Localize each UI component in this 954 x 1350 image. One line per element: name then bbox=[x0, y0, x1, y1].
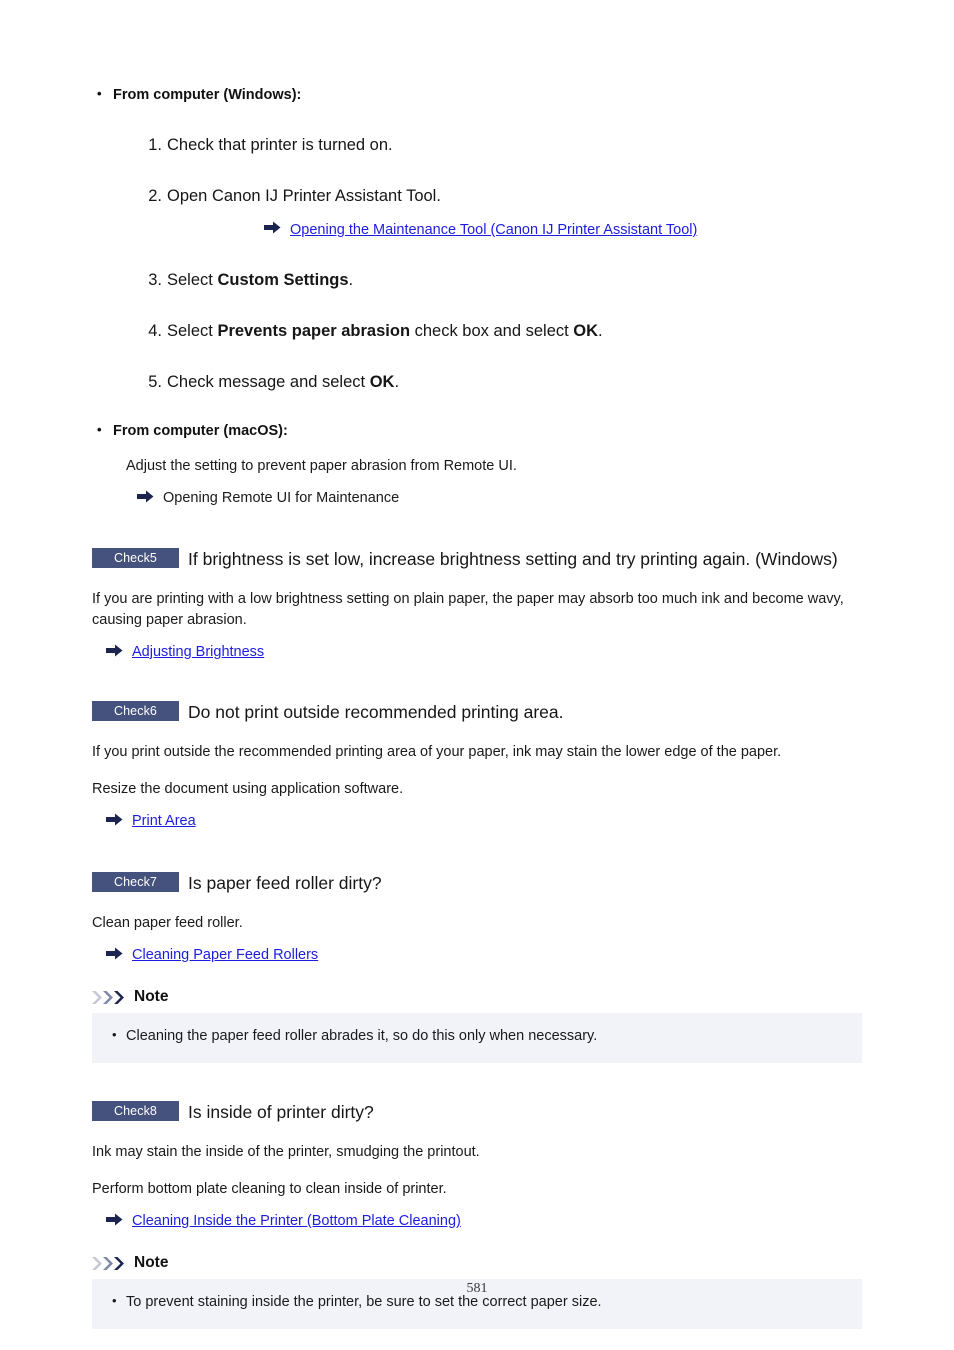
note-heading: Note bbox=[92, 1254, 862, 1272]
arrow-right-icon bbox=[106, 946, 123, 961]
section-heading-macos: From computer (macOS): bbox=[92, 419, 862, 442]
check-title-6: Do not print outside recommended printin… bbox=[188, 702, 564, 722]
macos-body-text: Adjust the setting to prevent paper abra… bbox=[126, 458, 517, 474]
check-heading-8: Check8 Is inside of printer dirty? bbox=[92, 1099, 862, 1126]
step-text-tail: . bbox=[598, 322, 603, 340]
step-number: 1. bbox=[148, 136, 162, 154]
note-list-item: Cleaning the paper feed roller abrades i… bbox=[110, 1025, 844, 1046]
check-heading-7: Check7 Is paper feed roller dirty? bbox=[92, 870, 862, 897]
step-number: 4. bbox=[148, 322, 162, 340]
status-badge-check8: Check8 bbox=[92, 1101, 179, 1121]
step-text-lead: Select bbox=[167, 322, 218, 340]
status-badge-check7: Check7 bbox=[92, 872, 179, 892]
step-text-bold: Custom Settings bbox=[217, 271, 349, 289]
note-label: Note bbox=[134, 1254, 169, 1271]
step-text-lead: Check message and select bbox=[167, 373, 370, 391]
link-opening-maintenance-tool[interactable]: Opening the Maintenance Tool (Canon IJ P… bbox=[290, 222, 697, 238]
step-item-3: 3. Select Custom Settings. bbox=[92, 268, 862, 292]
section-heading-windows: From computer (Windows): bbox=[92, 83, 862, 106]
step-item-4: 4. Select Prevents paper abrasion check … bbox=[92, 319, 862, 343]
step-text-bold-2: OK bbox=[573, 322, 599, 340]
check-paragraph: If you are printing with a low brightnes… bbox=[92, 591, 844, 628]
note-label: Note bbox=[134, 988, 169, 1005]
check-title-7: Is paper feed roller dirty? bbox=[188, 873, 382, 893]
check-paragraph: Ink may stain the inside of the printer,… bbox=[92, 1144, 480, 1160]
step-text: Check that printer is turned on. bbox=[167, 136, 393, 154]
step-item-1: 1. Check that printer is turned on. bbox=[92, 133, 862, 157]
link-cleaning-paper-feed-rollers[interactable]: Cleaning Paper Feed Rollers bbox=[132, 947, 318, 963]
step-number: 3. bbox=[148, 271, 162, 289]
link-cleaning-inside-the-printer[interactable]: Cleaning Inside the Printer (Bottom Plat… bbox=[132, 1213, 461, 1229]
link-adjusting-brightness[interactable]: Adjusting Brightness bbox=[132, 644, 264, 660]
check7-reference-row: Cleaning Paper Feed Rollers bbox=[106, 944, 862, 966]
check-block-7: Check7 Is paper feed roller dirty? Clean … bbox=[92, 870, 862, 1063]
check-title-5: If brightness is set low, increase brigh… bbox=[188, 549, 838, 569]
step-text-tail: . bbox=[348, 271, 354, 289]
page-content: From computer (Windows): 1. Check that p… bbox=[92, 83, 862, 1329]
check6-reference-row: Print Area bbox=[106, 810, 862, 832]
check-paragraph: Resize the document using application so… bbox=[92, 781, 404, 797]
step-item-2: 2. Open Canon IJ Printer Assistant Tool.… bbox=[92, 184, 862, 241]
status-badge-check6: Check6 bbox=[92, 701, 179, 721]
note-heading: Note bbox=[92, 988, 862, 1006]
manual-page: From computer (Windows): 1. Check that p… bbox=[0, 0, 954, 1350]
check-paragraph: If you print outside the recommended pri… bbox=[92, 744, 782, 760]
step-text-bold: Prevents paper abrasion bbox=[217, 322, 411, 340]
step-text-lead: Select bbox=[167, 271, 218, 289]
step-text-mid: check box and select bbox=[410, 322, 574, 340]
step-text-bold: OK bbox=[369, 373, 395, 391]
check8-reference-row: Cleaning Inside the Printer (Bottom Plat… bbox=[106, 1210, 862, 1232]
windows-step-list: 1. Check that printer is turned on. 2. O… bbox=[92, 133, 862, 394]
status-badge-check5: Check5 bbox=[92, 548, 179, 568]
step-number: 2. bbox=[148, 187, 162, 205]
check5-reference-row: Adjusting Brightness bbox=[106, 641, 862, 663]
step-reference-row: Opening the Maintenance Tool (Canon IJ P… bbox=[264, 218, 862, 241]
step-text: Open Canon IJ Printer Assistant Tool. bbox=[167, 187, 441, 205]
step-text-tail: . bbox=[394, 373, 400, 391]
link-print-area[interactable]: Print Area bbox=[132, 813, 196, 829]
note-chevrons-icon bbox=[92, 1256, 128, 1271]
check-title-8: Is inside of printer dirty? bbox=[188, 1102, 374, 1122]
reference-opening-remote-ui: Opening Remote UI for Maintenance bbox=[163, 490, 400, 506]
arrow-right-icon bbox=[106, 812, 123, 827]
arrow-right-icon bbox=[106, 1212, 123, 1227]
check-block-5: Check5 If brightness is set low, increase… bbox=[92, 546, 862, 663]
step-number: 5. bbox=[148, 373, 162, 391]
check-paragraph: Clean paper feed roller. bbox=[92, 915, 243, 931]
page-number: 581 bbox=[466, 1281, 488, 1296]
check-heading-6: Check6 Do not print outside recommended p… bbox=[92, 699, 862, 726]
section-macos: From computer (macOS): Adjust the settin… bbox=[92, 419, 862, 509]
arrow-right-icon bbox=[137, 489, 154, 504]
arrow-right-icon bbox=[106, 643, 123, 658]
check-paragraph: Perform bottom plate cleaning to clean i… bbox=[92, 1181, 447, 1197]
step-item-5: 5. Check message and select OK. bbox=[92, 370, 862, 394]
check-heading-5: Check5 If brightness is set low, increase… bbox=[92, 546, 862, 573]
arrow-right-icon bbox=[264, 220, 281, 235]
macos-reference-row: Opening Remote UI for Maintenance bbox=[137, 487, 862, 509]
note-chevrons-icon bbox=[92, 990, 128, 1005]
check-block-6: Check6 Do not print outside recommended p… bbox=[92, 699, 862, 832]
note-box: Cleaning the paper feed roller abrades i… bbox=[92, 1013, 862, 1063]
